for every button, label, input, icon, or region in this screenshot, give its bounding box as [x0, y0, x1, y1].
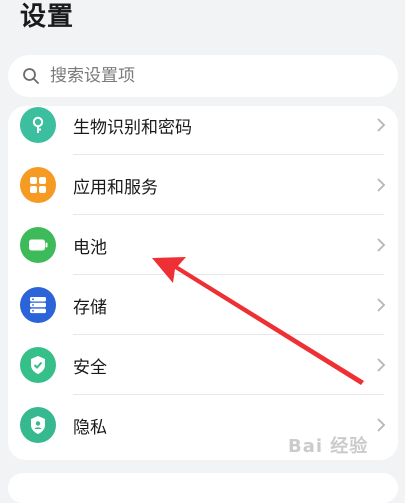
- chevron-right-icon: [377, 118, 386, 132]
- settings-item-label: 存储: [73, 297, 107, 318]
- storage-icon: [20, 287, 56, 323]
- chevron-right-icon: [377, 418, 386, 432]
- chevron-right-icon: [377, 178, 386, 192]
- chevron-right-icon: [377, 238, 386, 252]
- settings-item-biometrics[interactable]: 生物识别和密码: [8, 106, 398, 155]
- settings-item-storage[interactable]: 存储: [8, 275, 398, 335]
- page-title: 设置: [20, 2, 75, 32]
- apps-grid-icon: [20, 167, 56, 203]
- settings-item-label: 隐私: [73, 417, 107, 438]
- settings-list-next-group: [8, 473, 398, 503]
- search-bar[interactable]: [8, 55, 398, 97]
- settings-item-label: 电池: [73, 237, 107, 258]
- settings-item-security[interactable]: 安全: [8, 335, 398, 395]
- settings-item-label: 安全: [73, 357, 107, 378]
- settings-item-label: 应用和服务: [73, 177, 158, 198]
- shield-check-icon: [20, 347, 56, 383]
- settings-item-label: 生物识别和密码: [73, 117, 192, 138]
- search-icon: [23, 68, 39, 84]
- settings-item-battery[interactable]: 电池: [8, 215, 398, 275]
- chevron-right-icon: [377, 298, 386, 312]
- key-icon: [20, 107, 56, 143]
- watermark: Bai 经验: [288, 436, 369, 457]
- battery-icon: [20, 227, 56, 263]
- settings-item-apps-services[interactable]: 应用和服务: [8, 155, 398, 215]
- privacy-shield-icon: [20, 407, 56, 443]
- chevron-right-icon: [377, 358, 386, 372]
- settings-list: 生物识别和密码 应用和服务 电池 存储 安全 隐私: [8, 106, 398, 460]
- search-input[interactable]: [48, 65, 372, 87]
